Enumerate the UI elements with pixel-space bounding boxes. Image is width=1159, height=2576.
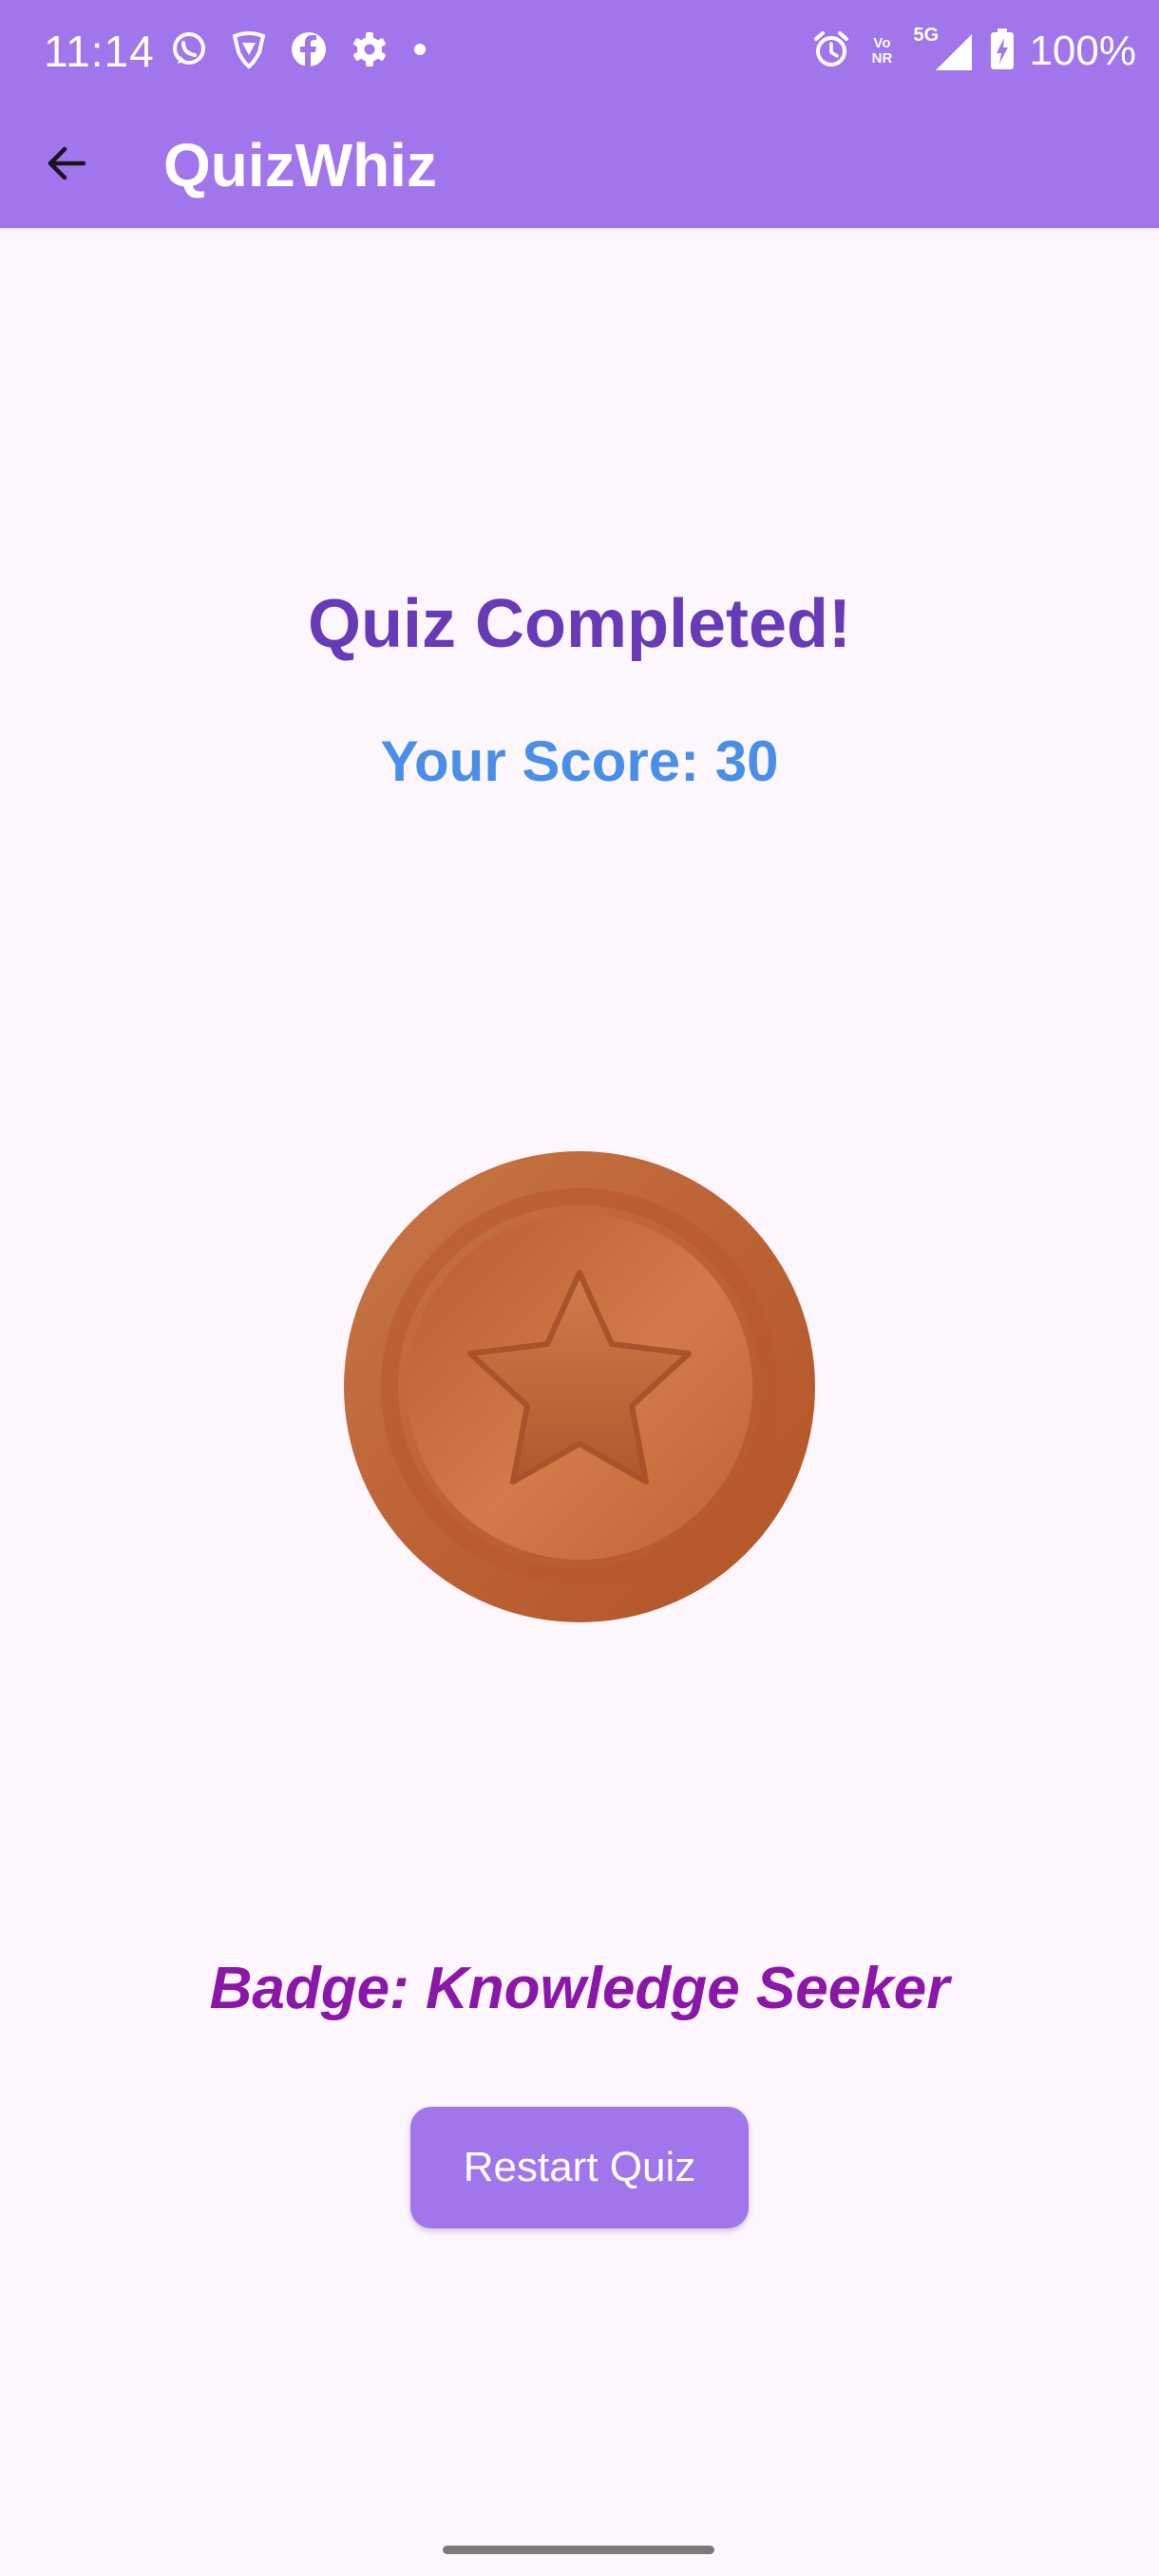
arrow-back-icon: [44, 141, 89, 191]
network-bottom-label: NR: [871, 50, 893, 66]
app-bar: QuizWhiz: [0, 103, 1159, 228]
network-top-label: Vo: [873, 35, 891, 51]
status-left-icons: [169, 28, 429, 74]
vpn-shield-icon: [230, 29, 268, 74]
score-text: Your Score: 30: [380, 729, 779, 793]
quiz-completed-title: Quiz Completed!: [308, 586, 851, 662]
status-time: 11:14: [44, 27, 155, 76]
battery-charging-icon: [989, 28, 1016, 76]
notification-dot-icon: [410, 29, 429, 74]
status-bar: 11:14 Vo NR 5G 100%: [0, 0, 1159, 103]
home-indicator[interactable]: [443, 2546, 714, 2554]
volte-nr-icon: Vo NR: [864, 36, 900, 66]
app-title: QuizWhiz: [163, 131, 437, 199]
alarm-icon: [812, 29, 850, 74]
restart-quiz-button[interactable]: Restart Quiz: [410, 2107, 749, 2228]
facebook-icon: [289, 29, 329, 74]
badge-text: Badge: Knowledge Seeker: [209, 1956, 950, 2021]
back-button[interactable]: [32, 131, 101, 199]
status-right-icons: Vo NR 5G 100%: [812, 25, 1136, 78]
settings-gear-icon: [350, 29, 390, 74]
signal-5g-icon: 5G: [913, 25, 976, 78]
whatsapp-icon: [169, 29, 209, 74]
bronze-star-medal-icon: [342, 1149, 817, 1624]
battery-percentage: 100%: [1029, 28, 1136, 74]
